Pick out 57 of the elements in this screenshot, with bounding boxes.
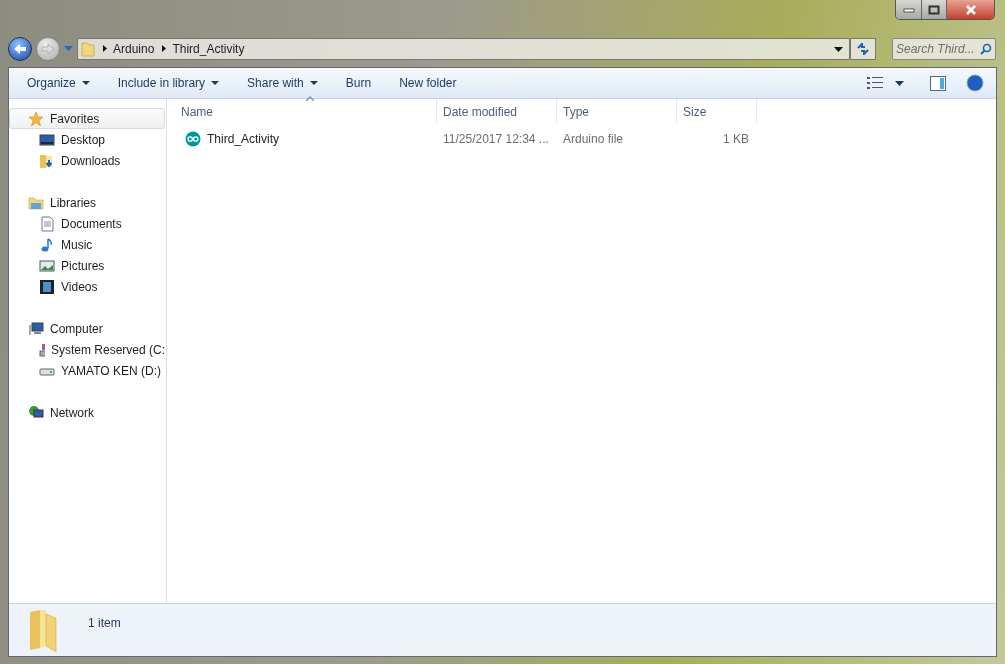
sidebar-item[interactable]: Favorites [9, 108, 165, 129]
toolbar-button[interactable]: New folder [391, 71, 465, 95]
sidebar-item[interactable]: Videos [9, 276, 166, 297]
minimize-button[interactable] [896, 0, 922, 19]
sidebar-item[interactable]: Downloads [9, 150, 166, 171]
sidebar-item[interactable]: Documents [9, 213, 166, 234]
sidebar-item[interactable]: Computer [9, 318, 166, 339]
search-field[interactable]: Search Third... [892, 37, 996, 60]
pictures-icon [39, 257, 55, 274]
downloads-icon [39, 152, 55, 169]
folder-icon [81, 40, 95, 57]
breadcrumb-link[interactable]: Arduino [113, 39, 155, 58]
sidebar-item[interactable]: Network [9, 402, 166, 423]
toolbar-button[interactable]: Organize [19, 71, 98, 95]
maximize-icon [928, 4, 940, 15]
forward-arrow-icon [41, 42, 55, 55]
chevron-icon[interactable] [103, 45, 107, 52]
network-icon [28, 404, 44, 421]
file-icon [185, 131, 201, 147]
videos-icon [39, 278, 55, 295]
sidebar-item[interactable]: Desktop [9, 129, 166, 150]
back-button[interactable] [8, 36, 32, 61]
sidebar-item[interactable]: Pictures [9, 255, 166, 276]
file-type: Arduino file [562, 131, 625, 148]
close-icon [964, 4, 977, 15]
toolbar-button[interactable]: Burn [337, 71, 380, 95]
change-view-button[interactable] [867, 76, 883, 90]
sidebar-item[interactable]: YAMATO KEN (D:) [9, 360, 166, 381]
file-size: 1 KB [722, 131, 750, 148]
help-button[interactable] [966, 74, 984, 92]
sidebar-item[interactable]: Music [9, 234, 166, 255]
breadcrumb-current[interactable]: Third_Activity [172, 39, 245, 58]
refresh-button[interactable] [850, 37, 876, 60]
documents-icon [39, 215, 55, 232]
minimize-icon [902, 6, 915, 13]
close-button[interactable] [947, 0, 994, 19]
caret-icon[interactable] [895, 80, 904, 86]
date-modified: 11/25/2017 12:34 ... [442, 131, 550, 148]
refresh-icon [856, 43, 870, 56]
libraries-icon [28, 194, 44, 211]
toolbar-button[interactable]: Include in library [109, 71, 228, 95]
caret-icon[interactable] [834, 46, 843, 52]
toolbar-button[interactable]: Share with [239, 71, 326, 95]
item-count: 1 item [88, 615, 121, 632]
chevron-icon[interactable] [162, 45, 167, 52]
address-bar[interactable]: Arduino Third_Activity [77, 37, 850, 60]
favorites-icon [28, 110, 44, 127]
back-arrow-icon [13, 42, 27, 55]
computer-icon [28, 320, 44, 337]
maximize-button[interactable] [922, 0, 947, 19]
music-icon [39, 236, 55, 253]
sidebar-item[interactable]: Libraries [9, 192, 166, 213]
preview-pane-button[interactable] [930, 75, 946, 91]
search-icon [980, 42, 992, 55]
file-name[interactable]: Third_Activity [207, 130, 280, 148]
desktop-icon [39, 131, 55, 148]
sidebar-item[interactable]: System Reserved (C: [9, 339, 166, 360]
